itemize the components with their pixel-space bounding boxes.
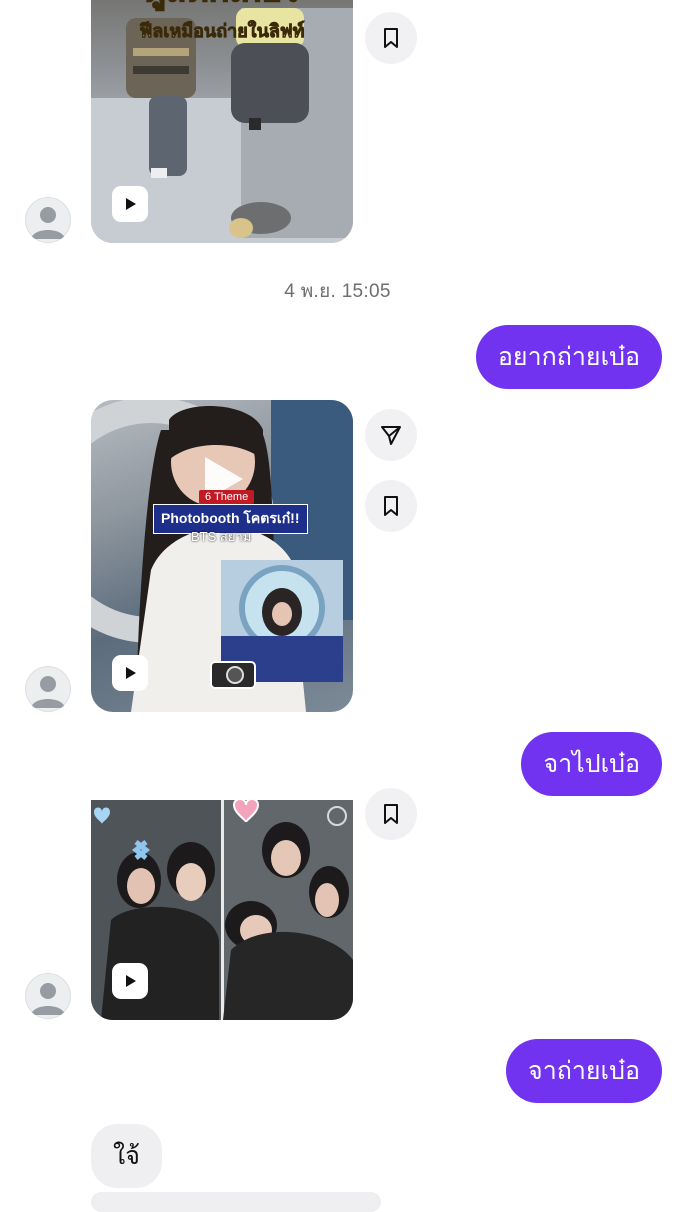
incoming-message-bubble[interactable]: ใจ้ <box>91 1124 162 1188</box>
avatar[interactable] <box>25 666 71 712</box>
reel-play-icon <box>112 655 148 691</box>
shared-reel-card-3[interactable] <box>91 800 353 1020</box>
default-avatar-icon <box>31 207 65 239</box>
reel-overlay-title: ตู้สติ๊กเกอร์ <box>91 0 353 16</box>
reel-overlay-location: BTS สยาม <box>191 529 252 544</box>
bookmark-icon <box>384 496 398 516</box>
save-button-2[interactable] <box>365 480 417 532</box>
default-avatar-icon <box>31 983 65 1015</box>
reel-play-icon <box>112 186 148 222</box>
outgoing-message-bubble[interactable]: จาไปเบ๋อ <box>521 732 662 796</box>
outgoing-message-bubble[interactable]: อยากถ่ายเบ๋อ <box>475 325 662 389</box>
avatar[interactable] <box>25 973 71 1019</box>
outgoing-message-bubble[interactable]: จาถ่ายเบ๋อ <box>506 1039 662 1103</box>
reel-overlay-badge: 6 Theme <box>199 490 255 504</box>
message-timestamp: 4 พ.ย. 15:05 <box>284 281 391 302</box>
shared-reel-card-2[interactable]: 6 Theme Photobooth โคตรเก๋!! BTS สยาม <box>91 400 353 712</box>
incoming-message-bubble-partial <box>91 1192 381 1212</box>
avatar[interactable] <box>25 197 71 243</box>
reel-play-icon <box>112 963 148 999</box>
bookmark-icon <box>384 804 398 824</box>
save-button-3[interactable] <box>365 788 417 840</box>
bookmark-icon <box>384 28 398 48</box>
save-button-1[interactable] <box>365 12 417 64</box>
reel-overlay-subtitle: ฟีลเหมือนถ่ายในลิฟท์ <box>139 21 305 42</box>
default-avatar-icon <box>31 676 65 708</box>
shared-reel-card-1[interactable]: ตู้สติ๊กเกอร์ ฟีลเหมือนถ่ายในลิฟท์ <box>91 0 353 243</box>
share-button[interactable] <box>365 409 417 461</box>
send-icon <box>381 426 401 445</box>
